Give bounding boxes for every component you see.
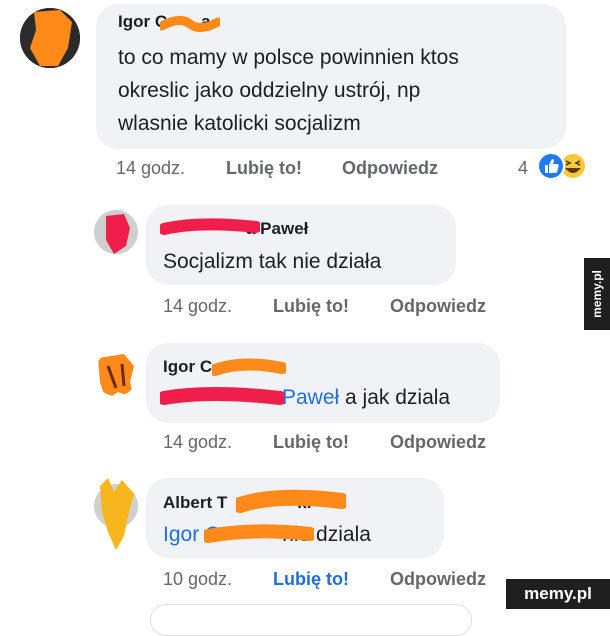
comment-text: Paweł a jak dziala — [282, 386, 451, 409]
avatar-scribble — [94, 478, 138, 550]
comment-text-line: to co mamy w polsce powinnien ktos — [118, 46, 459, 69]
comment-text: Socjalizm tak nie działa — [163, 250, 382, 273]
comment-author[interactable]: a Paweł — [246, 219, 308, 239]
watermark-side: memy.pl — [584, 258, 610, 330]
comment-meta: 10 godz. Lubię to! Odpowiedz — [163, 569, 523, 593]
comment-author[interactable]: Albert Tki — [163, 493, 311, 513]
like-icon — [537, 152, 565, 180]
comment-text-line: okreslic jako oddzielny ustrój, np — [118, 79, 421, 102]
comment-meta: 14 godz. Lubię to! Odpowiedz — [163, 432, 523, 456]
comment-time[interactable]: 14 godz. — [116, 158, 185, 179]
reaction-count[interactable]: 4 — [518, 158, 528, 179]
comment-text-line: wlasnie katolicki socjalizm — [118, 112, 361, 135]
avatar-igor[interactable] — [20, 8, 80, 68]
reply-link[interactable]: Odpowiedz — [390, 296, 486, 317]
avatar-pawel[interactable] — [94, 210, 138, 254]
like-link[interactable]: Lubię to! — [273, 569, 349, 590]
comment-author[interactable]: Igor Ca — [163, 357, 276, 377]
reactions-summary[interactable] — [537, 152, 587, 180]
avatar-scribble — [98, 354, 134, 396]
avatar-albert[interactable] — [94, 476, 138, 550]
like-link[interactable]: Lubię to! — [226, 158, 302, 179]
avatar-scribble — [20, 8, 80, 68]
comment-author[interactable]: Igor Ca — [118, 12, 211, 32]
mention-link[interactable]: Paweł — [282, 386, 339, 409]
comment-time[interactable]: 10 godz. — [163, 569, 232, 590]
comment-meta: 14 godz. Lubię to! Odpowiedz — [163, 296, 523, 320]
reply-link[interactable]: Odpowiedz — [342, 158, 438, 179]
mention-link[interactable]: Igor C — [163, 523, 220, 546]
comment-meta: 14 godz. Lubię to! Odpowiedz 4 — [116, 158, 576, 182]
like-link[interactable]: Lubię to! — [273, 296, 349, 317]
reply-link[interactable]: Odpowiedz — [390, 569, 486, 590]
avatar-igor[interactable] — [94, 352, 138, 396]
watermark-corner: memy.pl — [506, 579, 610, 609]
comment-text: Igor Cnie dziala — [163, 523, 371, 546]
avatar-scribble — [94, 210, 138, 254]
comment-time[interactable]: 14 godz. — [163, 432, 232, 453]
comment-time[interactable]: 14 godz. — [163, 296, 232, 317]
like-link[interactable]: Lubię to! — [273, 432, 349, 453]
reply-link[interactable]: Odpowiedz — [390, 432, 486, 453]
